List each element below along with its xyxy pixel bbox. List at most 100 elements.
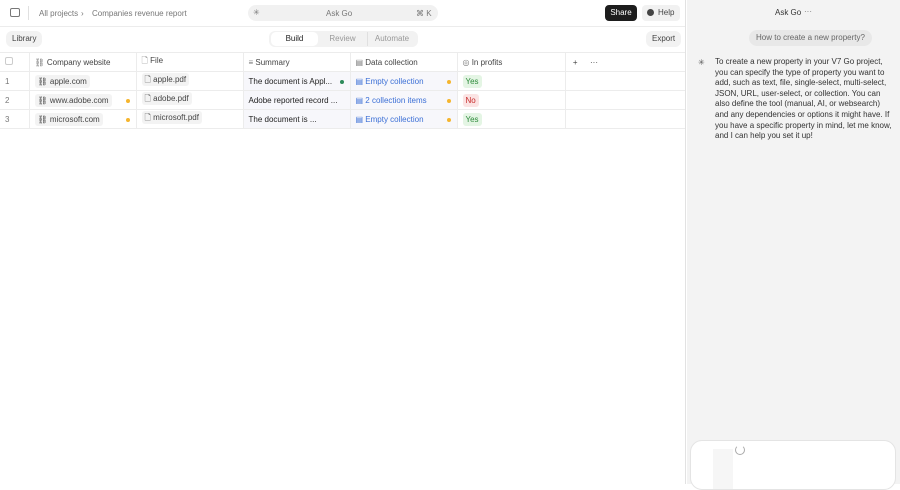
document-thumbnail: [713, 449, 733, 489]
profits-cell[interactable]: Yes: [457, 71, 566, 91]
website-value: apple.com: [49, 76, 87, 86]
summary-cell[interactable]: Adobe reported record ...: [243, 90, 351, 110]
tab-build[interactable]: Build: [271, 32, 318, 46]
column-label: Company website: [46, 57, 111, 67]
chat-panel: Ask Go ··· How to create a new property?…: [687, 0, 900, 490]
tab-automate[interactable]: Automate: [367, 32, 416, 46]
collection-icon: ▤: [355, 57, 366, 67]
summary-cell[interactable]: The document is Appl...: [243, 71, 351, 91]
file-cell[interactable]: 🗋 adobe.pdf: [136, 90, 244, 110]
collection-value: 2 collection items: [365, 95, 427, 105]
main-area: All projects › Companies revenue report …: [0, 0, 686, 484]
profits-badge: Yes: [462, 74, 482, 88]
link-icon: ⛓: [37, 76, 50, 86]
add-column-button[interactable]: +: [565, 52, 585, 72]
table-row[interactable]: 3 ⛓ microsoft.com 🗋 microsoft.pdf The do…: [0, 109, 685, 129]
collection-icon: ▤: [355, 95, 366, 105]
chevron-right-icon: ›: [81, 9, 84, 18]
help-icon: [647, 9, 654, 16]
column-label: File: [150, 56, 164, 65]
sparkle-icon: ✳: [253, 8, 260, 17]
profits-badge: Yes: [462, 112, 482, 126]
row-number: 2: [0, 90, 30, 110]
file-icon: 🗋: [144, 94, 154, 103]
website-value: www.adobe.com: [49, 95, 109, 105]
file-value: adobe.pdf: [153, 94, 189, 103]
ask-go-search[interactable]: ✳ Ask Go ⌘ K: [248, 5, 438, 21]
sidebar-toggle-icon[interactable]: [10, 8, 20, 17]
collection-cell[interactable]: ▤ 2 collection items: [350, 90, 458, 110]
website-cell[interactable]: ⛓ apple.com: [29, 71, 137, 91]
file-value: apple.pdf: [153, 75, 187, 84]
ask-go-label: Ask Go: [326, 9, 353, 18]
column-data-collection[interactable]: ▤ Data collection: [350, 52, 458, 72]
breadcrumb-all-projects[interactable]: All projects: [39, 9, 78, 18]
summary-cell[interactable]: The document is ...: [243, 109, 351, 129]
file-cell[interactable]: 🗋 microsoft.pdf: [136, 109, 244, 129]
collection-cell[interactable]: ▤ Empty collection: [350, 109, 458, 129]
file-icon: 🗋: [141, 56, 151, 65]
file-icon: 🗋: [144, 113, 154, 122]
loading-spinner-icon: [735, 445, 745, 455]
column-file[interactable]: 🗋 File: [136, 52, 244, 72]
profits-cell[interactable]: No: [457, 90, 566, 110]
collection-value: Empty collection: [365, 114, 424, 124]
view-tabs: Build Review Automate: [269, 31, 418, 47]
collection-cell[interactable]: ▤ Empty collection: [350, 71, 458, 91]
assistant-message: To create a new property in your V7 Go p…: [715, 57, 892, 141]
chat-composer[interactable]: [690, 440, 896, 490]
table-row[interactable]: 2 ⛓ www.adobe.com 🗋 adobe.pdf Adobe repo…: [0, 90, 685, 110]
share-button[interactable]: Share: [605, 5, 637, 21]
data-table: ⛓ Company website 🗋 File ≡ Summary ▤ Dat…: [0, 52, 685, 129]
check-circle-icon: ◎: [462, 57, 472, 67]
topbar: All projects › Companies revenue report …: [0, 0, 685, 27]
summary-value: The document is Appl...: [248, 76, 333, 86]
collection-value: Empty collection: [365, 76, 424, 86]
column-label: Data collection: [365, 57, 418, 67]
row-number: 1: [0, 71, 30, 91]
select-all-checkbox[interactable]: [5, 57, 13, 65]
library-button[interactable]: Library: [6, 31, 43, 47]
status-dot: [446, 80, 451, 84]
profits-badge: No: [462, 93, 479, 107]
tab-review[interactable]: Review: [319, 32, 366, 46]
profits-cell[interactable]: Yes: [457, 109, 566, 129]
collection-icon: ▤: [355, 76, 366, 86]
status-dot: [446, 118, 451, 122]
summary-value: Adobe reported record ...: [248, 95, 338, 105]
website-cell[interactable]: ⛓ www.adobe.com: [29, 90, 137, 110]
status-dot: [125, 118, 130, 122]
link-icon: ⛓: [34, 57, 47, 67]
more-options-icon[interactable]: ···: [585, 52, 685, 72]
export-button[interactable]: Export: [646, 31, 682, 47]
chat-more-icon[interactable]: ···: [804, 7, 812, 16]
user-message: How to create a new property?: [749, 30, 872, 46]
chat-title: Ask Go: [775, 8, 802, 17]
file-value: microsoft.pdf: [153, 113, 199, 122]
shortcut-hint: ⌘ K: [416, 9, 432, 18]
column-in-profits[interactable]: ◎ In profits: [457, 52, 566, 72]
collection-icon: ▤: [355, 114, 366, 124]
website-value: microsoft.com: [49, 114, 100, 124]
status-dot: [339, 80, 344, 84]
file-icon: 🗋: [144, 75, 154, 84]
help-label: Help: [658, 8, 675, 17]
row-number: 3: [0, 109, 30, 129]
status-dot: [446, 99, 451, 103]
column-label: Summary: [255, 57, 290, 67]
table-row[interactable]: 1 ⛓ apple.com 🗋 apple.pdf The document i…: [0, 71, 685, 91]
help-button[interactable]: Help: [642, 5, 680, 21]
table-header: ⛓ Company website 🗋 File ≡ Summary ▤ Dat…: [0, 52, 685, 72]
summary-value: The document is ...: [248, 114, 317, 124]
link-icon: ⛓: [37, 95, 50, 105]
status-dot: [125, 99, 130, 103]
link-icon: ⛓: [37, 114, 50, 124]
website-cell[interactable]: ⛓ microsoft.com: [29, 109, 137, 129]
file-cell[interactable]: 🗋 apple.pdf: [136, 71, 244, 91]
assistant-avatar-icon: ✳: [698, 58, 705, 67]
column-company-website[interactable]: ⛓ Company website: [29, 52, 137, 72]
column-label: In profits: [471, 57, 503, 67]
column-summary[interactable]: ≡ Summary: [243, 52, 351, 72]
divider: [28, 6, 29, 20]
breadcrumb-project[interactable]: Companies revenue report: [92, 9, 187, 18]
